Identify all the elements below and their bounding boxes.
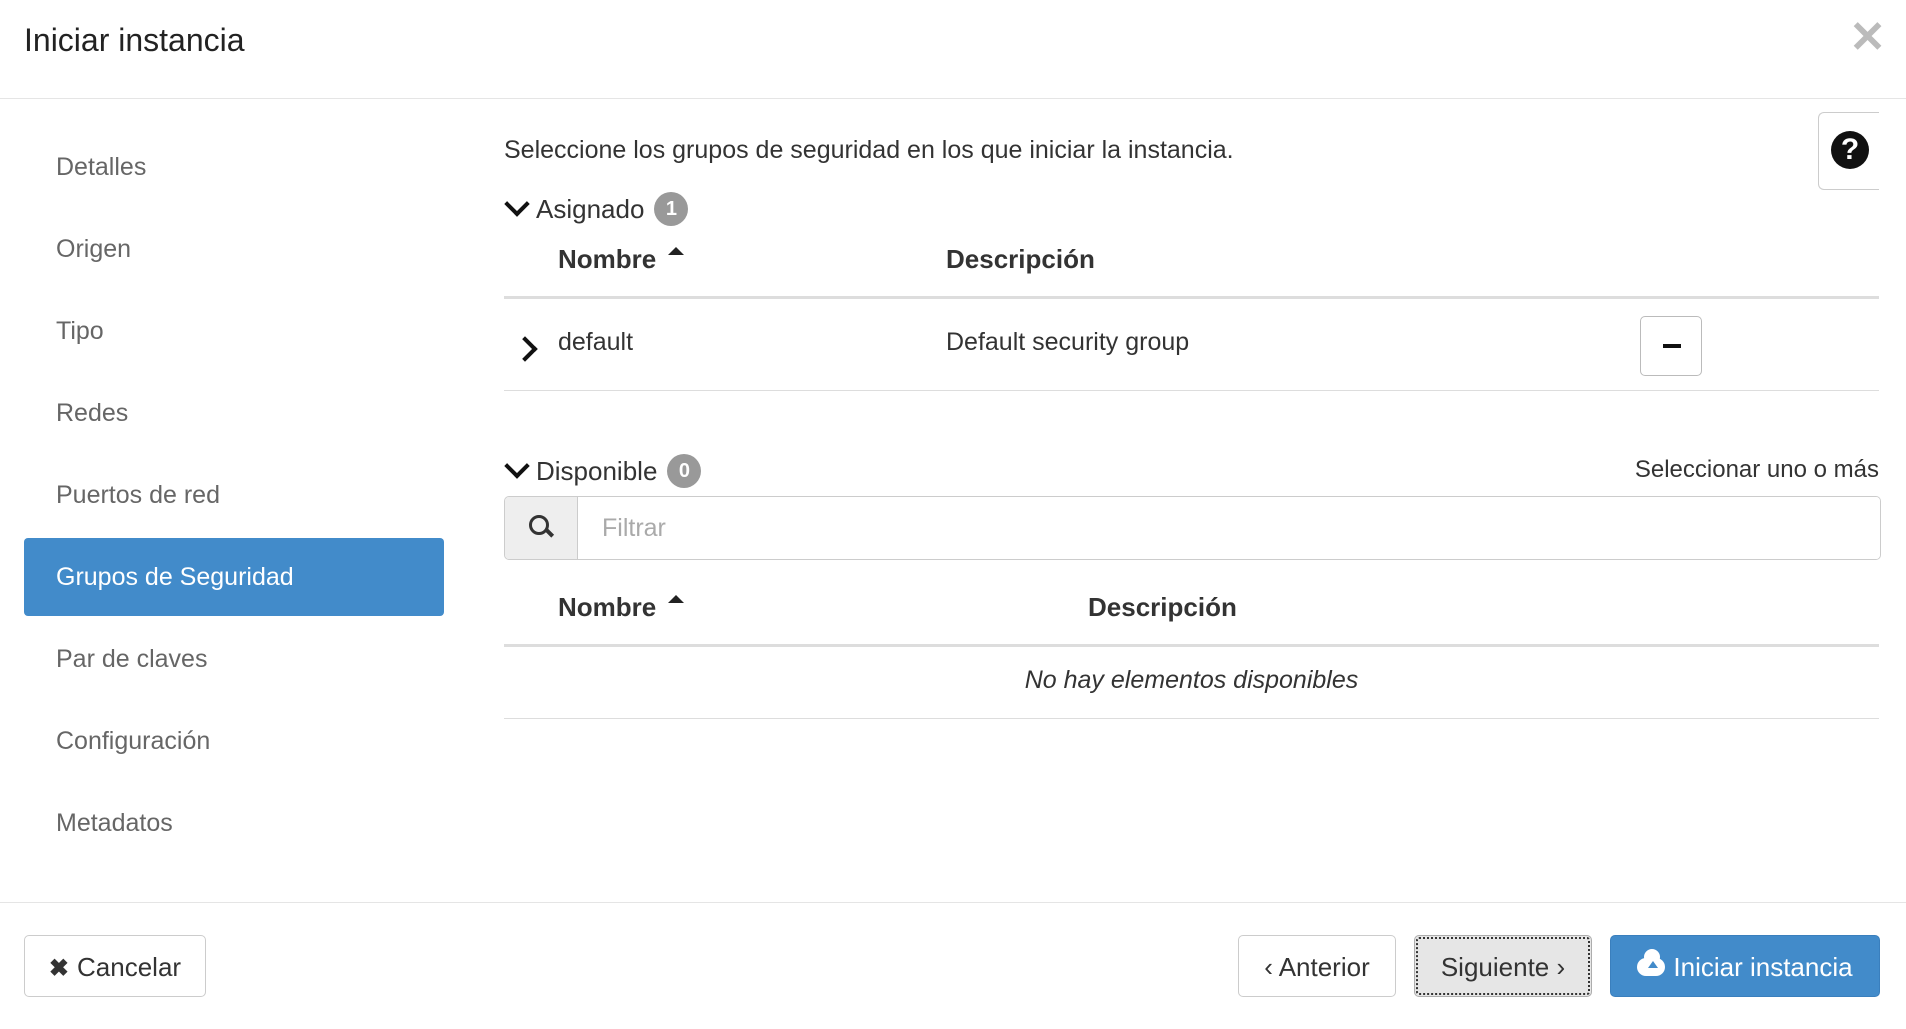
divider: [504, 718, 1879, 719]
chevron-right-icon[interactable]: [512, 336, 538, 362]
deallocate-button[interactable]: [1640, 316, 1702, 376]
launch-instance-button[interactable]: Iniciar instancia: [1610, 935, 1880, 997]
available-section-toggle[interactable]: Disponible 0: [504, 453, 702, 488]
chevron-down-icon: [504, 453, 530, 479]
nav-item-tipo[interactable]: Tipo: [24, 292, 444, 370]
assigned-name-header-label: Nombre: [558, 244, 657, 274]
dialog-title: Iniciar instancia: [24, 22, 245, 58]
divider: [504, 390, 1879, 391]
minus-icon: [1663, 344, 1681, 348]
available-label: Disponible: [536, 455, 658, 486]
nav-item-metadatos[interactable]: Metadatos: [24, 784, 444, 862]
close-icon[interactable]: ✕: [1849, 14, 1886, 62]
dialog-footer: ✖ Cancelar ‹ Anterior Siguiente › Iniciar…: [0, 902, 1906, 1029]
available-description-header: Descripción: [1088, 592, 1237, 622]
nav-item-configuracion[interactable]: Configuración: [24, 702, 444, 780]
assigned-count-badge: 1: [654, 192, 689, 226]
dialog-header: Iniciar instancia ✕: [0, 0, 1906, 99]
nav-item-par-de-claves[interactable]: Par de claves: [24, 620, 444, 698]
row-name: default: [558, 328, 634, 356]
nav-item-detalles[interactable]: Detalles: [24, 128, 444, 206]
available-name-header-label: Nombre: [558, 592, 657, 622]
wizard-nav: Detalles Origen Tipo Redes Puertos de re…: [24, 128, 444, 866]
security-groups-panel: ? Seleccione los grupos de seguridad en …: [504, 112, 1881, 900]
nav-item-puertos-de-red[interactable]: Puertos de red: [24, 456, 444, 534]
help-button[interactable]: ?: [1818, 112, 1879, 190]
question-circle-icon: ?: [1831, 131, 1869, 169]
next-button[interactable]: Siguiente ›: [1414, 935, 1592, 997]
launch-label: Iniciar instancia: [1673, 952, 1853, 982]
nav-item-grupos-de-seguridad[interactable]: Grupos de Seguridad: [24, 538, 444, 616]
assigned-section-toggle[interactable]: Asignado 1: [504, 191, 689, 226]
assigned-name-header[interactable]: Nombre: [558, 244, 685, 275]
available-name-header[interactable]: Nombre: [558, 592, 685, 623]
back-button[interactable]: ‹ Anterior: [1238, 935, 1396, 997]
nav-item-origen[interactable]: Origen: [24, 210, 444, 288]
assigned-label: Asignado: [536, 193, 645, 224]
close-icon: ✖: [48, 955, 70, 982]
assigned-description-header: Descripción: [946, 244, 1095, 274]
filter-input[interactable]: [578, 497, 1880, 559]
select-hint: Seleccionar uno o más: [1634, 456, 1879, 483]
cloud-upload-icon: [1637, 949, 1666, 977]
intro-text: Seleccione los grupos de seguridad en lo…: [504, 136, 1234, 164]
row-description: Default security group: [946, 328, 1190, 356]
divider: [504, 644, 1879, 647]
available-count-badge: 0: [667, 454, 702, 488]
filter-box: [504, 496, 1881, 560]
divider: [504, 296, 1879, 299]
launch-instance-dialog: Iniciar instancia ✕ Detalles Origen Tipo…: [0, 0, 1906, 1028]
chevron-down-icon: [504, 191, 530, 217]
sort-asc-icon: [668, 247, 685, 256]
empty-message: No hay elementos disponibles: [1024, 666, 1359, 694]
sort-asc-icon: [668, 595, 685, 604]
cancel-button[interactable]: ✖ Cancelar: [24, 935, 206, 997]
search-icon: [505, 497, 578, 559]
cancel-label: Cancelar: [77, 952, 182, 982]
nav-item-redes[interactable]: Redes: [24, 374, 444, 452]
